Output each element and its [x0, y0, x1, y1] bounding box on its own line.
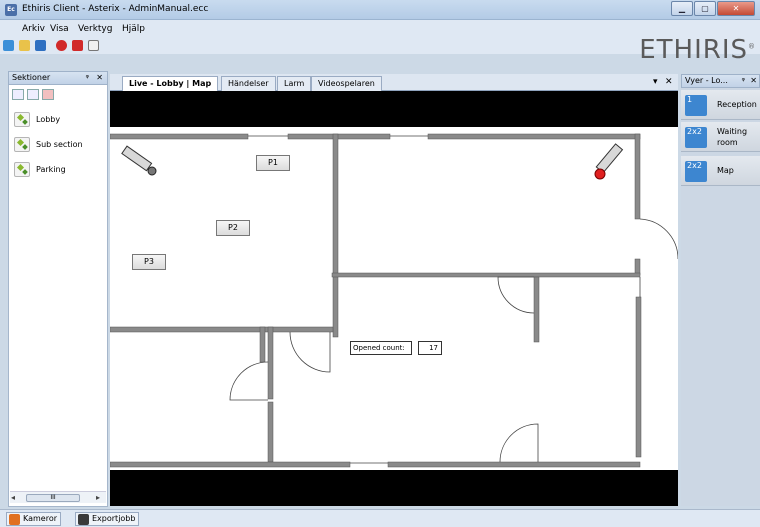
- tab-close-icon[interactable]: ✕: [665, 77, 673, 87]
- power-icon[interactable]: [72, 40, 83, 51]
- opened-count-value: 17: [418, 341, 442, 355]
- floor-plan-svg: [109, 133, 679, 468]
- tab-larm[interactable]: Larm: [277, 76, 312, 91]
- menu-arkiv[interactable]: Arkiv: [22, 24, 45, 34]
- tab-live-lobby-map[interactable]: Live - Lobby | Map: [122, 76, 219, 92]
- maximize-button[interactable]: ▢: [694, 1, 716, 16]
- scroll-thumb[interactable]: III: [26, 494, 80, 502]
- view-item-map[interactable]: 2x2 Map: [681, 156, 760, 186]
- tab-videospelaren[interactable]: Videospelaren: [311, 76, 382, 91]
- tab-handelser[interactable]: Händelser: [221, 76, 276, 91]
- pin-icon[interactable]: ᵠ: [742, 75, 745, 87]
- minimize-button[interactable]: ▁: [671, 1, 693, 16]
- pin-icon[interactable]: ᵠ: [86, 72, 89, 84]
- close-panel-icon[interactable]: ✕: [750, 75, 757, 87]
- tab-dropdown-icon[interactable]: ▾: [653, 77, 658, 87]
- floor-plan: P1 P2 P3 Opened count: 17: [109, 127, 679, 470]
- scroll-right-icon[interactable]: ▸: [96, 493, 100, 502]
- tab-exportjobb[interactable]: Exportjobb: [75, 512, 140, 526]
- menu-verktyg[interactable]: Verktyg: [78, 24, 112, 34]
- scroll-left-icon[interactable]: ◂: [11, 493, 15, 502]
- views-panel: 1 Reception 2x2 Waiting room 2x2 Map: [681, 88, 760, 506]
- camera-alarm-icon: [594, 143, 624, 180]
- section-icon: [14, 137, 30, 152]
- tab-kameror[interactable]: Kameror: [6, 512, 62, 526]
- views-panel-header: Vyer - Lo... ᵠ ✕: [681, 74, 760, 88]
- refresh-icon[interactable]: [35, 40, 46, 51]
- close-panel-icon[interactable]: ✕: [96, 72, 103, 84]
- bottom-bar: Kameror Exportjobb: [0, 509, 760, 527]
- export-icon: [78, 514, 89, 525]
- folder-icon[interactable]: [19, 40, 30, 51]
- sort-icon[interactable]: [12, 89, 24, 100]
- detail-view-icon[interactable]: [42, 89, 54, 100]
- list-view-icon[interactable]: [27, 89, 39, 100]
- section-item-sub-section[interactable]: Sub section: [12, 135, 104, 153]
- menu-hjalp[interactable]: Hjälp: [122, 24, 145, 34]
- section-item-lobby[interactable]: Lobby: [12, 110, 104, 128]
- single-view-icon: 1: [685, 95, 707, 116]
- settings-icon[interactable]: [3, 40, 14, 51]
- view-item-reception[interactable]: 1 Reception: [681, 90, 760, 120]
- view-item-waiting-room[interactable]: 2x2 Waiting room: [681, 122, 760, 152]
- horizontal-scrollbar[interactable]: ◂ III ▸: [10, 491, 106, 503]
- zone-button-p1[interactable]: P1: [256, 155, 290, 171]
- grid-view-icon: 2x2: [685, 161, 707, 182]
- camera-icon: [9, 514, 20, 525]
- sections-panel-header: Sektioner ᵠ ✕: [8, 71, 108, 85]
- zone-button-p2[interactable]: P2: [216, 220, 250, 236]
- zone-button-p3[interactable]: P3: [132, 254, 166, 270]
- camera-icon: [121, 145, 157, 176]
- tab-strip: Live - Lobby | Map Händelser Larm Videos…: [110, 74, 678, 92]
- menu-visa[interactable]: Visa: [50, 24, 69, 34]
- section-item-parking[interactable]: Parking: [12, 160, 104, 178]
- section-icon: [14, 112, 30, 127]
- download-icon[interactable]: [88, 40, 99, 51]
- ethiris-logo: ETHIRIS®: [639, 35, 756, 65]
- window-title: Ethiris Client - Asterix - AdminManual.e…: [22, 4, 209, 14]
- map-view: P1 P2 P3 Opened count: 17: [109, 91, 679, 506]
- title-bar: Ec Ethiris Client - Asterix - AdminManua…: [0, 0, 760, 20]
- record-icon[interactable]: [56, 40, 67, 51]
- close-button[interactable]: ✕: [717, 1, 755, 16]
- grid-view-icon: 2x2: [685, 127, 707, 148]
- section-icon: [14, 162, 30, 177]
- app-icon: Ec: [5, 4, 17, 16]
- opened-count-label: Opened count:: [350, 341, 412, 355]
